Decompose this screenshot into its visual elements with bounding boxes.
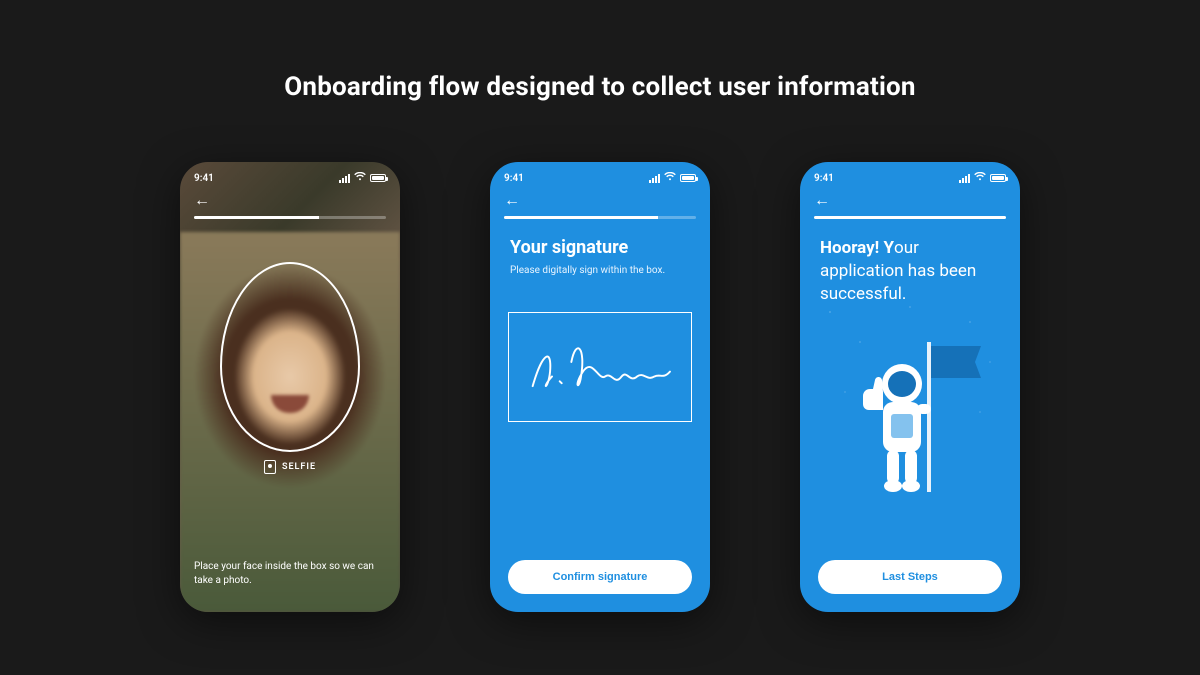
signature-input-box[interactable] — [508, 312, 692, 422]
nav-row: ← — [180, 188, 400, 216]
battery-icon — [370, 174, 386, 182]
status-bar: 9:41 — [490, 162, 710, 188]
status-time: 9:41 — [194, 173, 214, 184]
selfie-capture-area[interactable]: SELFIE Place your face inside the box so… — [180, 232, 400, 612]
signature-subtext: Please digitally sign within the box. — [490, 264, 710, 278]
back-icon[interactable]: ← — [504, 192, 520, 208]
astronaut-illustration — [800, 332, 1020, 502]
signal-icon — [649, 174, 660, 183]
status-indicators — [339, 172, 386, 184]
progress-bar — [504, 216, 696, 219]
phone-success: 9:41 ← Hooray! Your application has been… — [800, 162, 1020, 612]
phone-signature: 9:41 ← Your signature Please digitally s… — [490, 162, 710, 612]
last-steps-button[interactable]: Last Steps — [818, 560, 1002, 594]
status-time: 9:41 — [504, 173, 524, 184]
nav-row: ← — [490, 188, 710, 216]
back-icon[interactable]: ← — [194, 192, 210, 208]
signal-icon — [339, 174, 350, 183]
astronaut-icon — [835, 332, 985, 502]
id-card-icon — [264, 460, 276, 474]
selfie-label: SELFIE — [282, 462, 316, 472]
signature-stroke — [523, 329, 678, 405]
battery-icon — [680, 174, 696, 182]
wifi-icon — [354, 172, 366, 184]
confirm-signature-button[interactable]: Confirm signature — [508, 560, 692, 594]
page-title: Onboarding flow designed to collect user… — [0, 0, 1200, 102]
selfie-instruction-text: Place your face inside the box so we can… — [194, 560, 386, 588]
status-bar: 9:41 — [180, 162, 400, 188]
progress-bar — [194, 216, 386, 219]
signature-heading: Your signature — [490, 231, 710, 264]
selfie-badge: SELFIE — [264, 460, 316, 474]
progress-fill — [504, 216, 658, 219]
phone-selfie: 9:41 ← SELFIE Place your face inside the… — [180, 162, 400, 612]
battery-icon — [990, 174, 1006, 182]
status-indicators — [649, 172, 696, 184]
wifi-icon — [664, 172, 676, 184]
phone-row: 9:41 ← SELFIE Place your face inside the… — [0, 162, 1200, 612]
progress-fill — [194, 216, 319, 219]
